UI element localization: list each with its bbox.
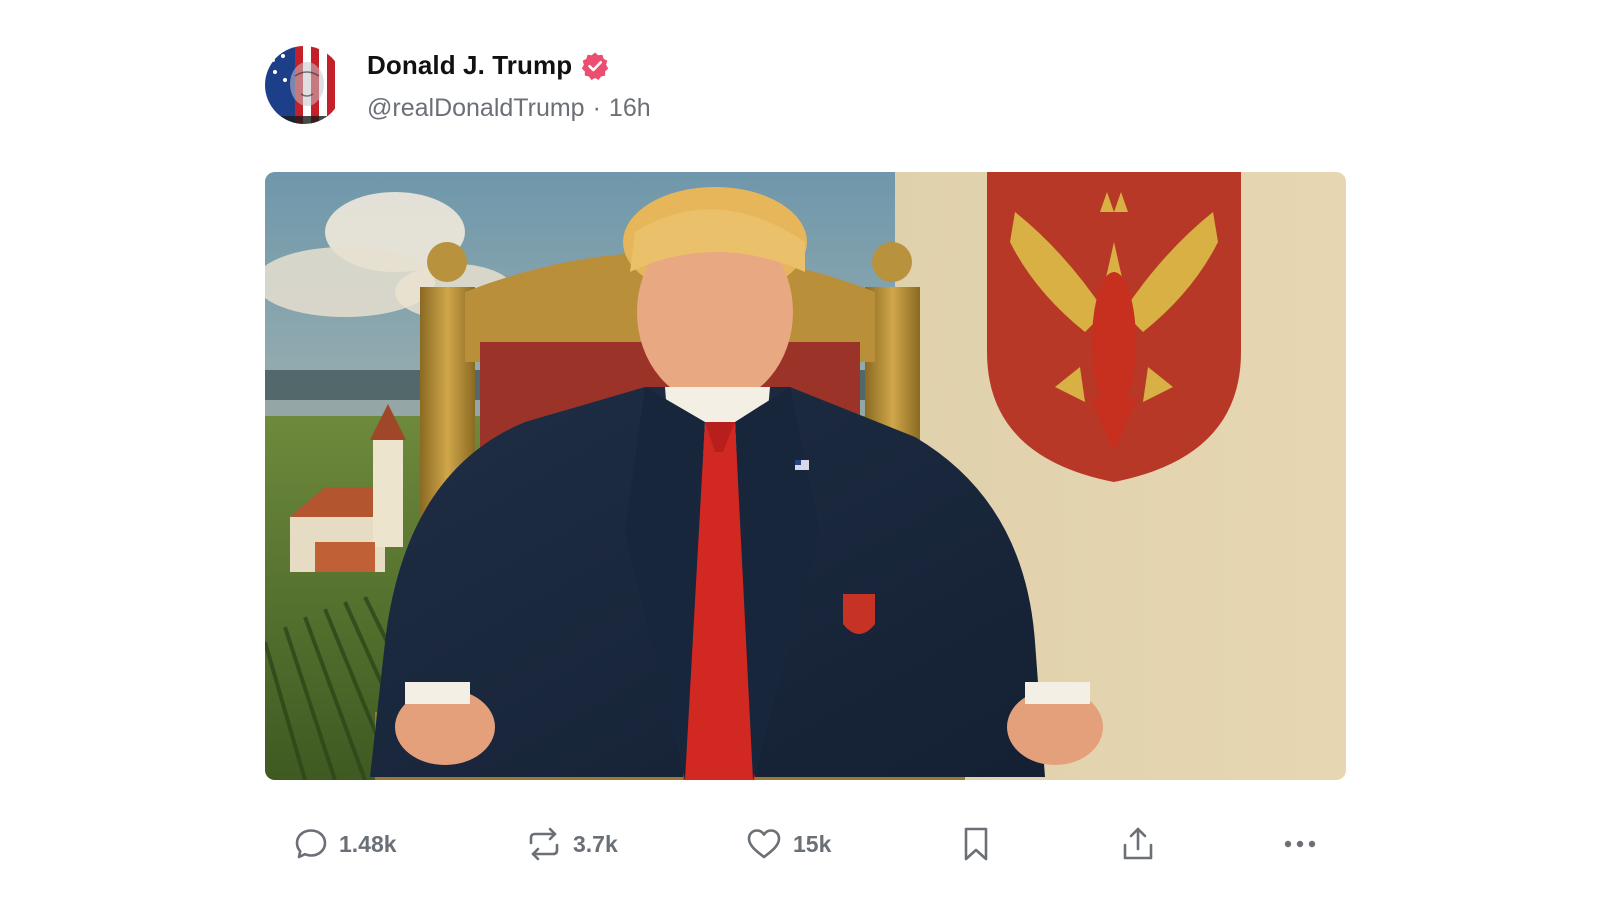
like-count: 15k bbox=[793, 830, 832, 857]
meta-separator: · bbox=[592, 93, 601, 122]
author-display-name[interactable]: Donald J. Trump bbox=[367, 50, 572, 81]
flag-portrait-avatar-icon bbox=[265, 46, 343, 124]
post-media-image[interactable] bbox=[265, 172, 1346, 780]
reply-count: 1.48k bbox=[339, 830, 397, 857]
bookmark-button[interactable] bbox=[961, 820, 991, 868]
repost-button[interactable]: 3.7k bbox=[525, 820, 618, 868]
share-button[interactable] bbox=[1120, 820, 1156, 868]
more-options-button[interactable] bbox=[1281, 820, 1319, 868]
author-identity: Donald J. Trump @realDonaldTrump · 16h bbox=[367, 48, 651, 123]
post-header: Donald J. Trump @realDonaldTrump · 16h bbox=[265, 44, 1345, 126]
bookmark-icon bbox=[961, 825, 991, 863]
author-name-row: Donald J. Trump bbox=[367, 48, 651, 84]
verified-badge-icon bbox=[580, 51, 610, 81]
reply-bubble-icon bbox=[293, 826, 329, 862]
author-handle[interactable]: @realDonaldTrump bbox=[367, 94, 585, 123]
repost-count: 3.7k bbox=[573, 830, 618, 857]
more-dots-icon bbox=[1281, 826, 1319, 862]
post-timestamp[interactable]: 16h bbox=[609, 94, 651, 123]
portrait-throne-painting-icon bbox=[265, 172, 1346, 780]
post-card: Donald J. Trump @realDonaldTrump · 16h 1… bbox=[265, 44, 1346, 861]
post-actions-bar: 1.48k 3.7k 15k bbox=[265, 820, 1345, 868]
heart-icon bbox=[745, 826, 783, 862]
like-button[interactable]: 15k bbox=[745, 820, 831, 868]
author-avatar[interactable] bbox=[265, 46, 343, 124]
reply-button[interactable]: 1.48k bbox=[293, 820, 397, 868]
repost-arrows-icon bbox=[525, 826, 563, 862]
share-upload-icon bbox=[1120, 825, 1156, 863]
post-meta: @realDonaldTrump · 16h bbox=[367, 94, 651, 123]
